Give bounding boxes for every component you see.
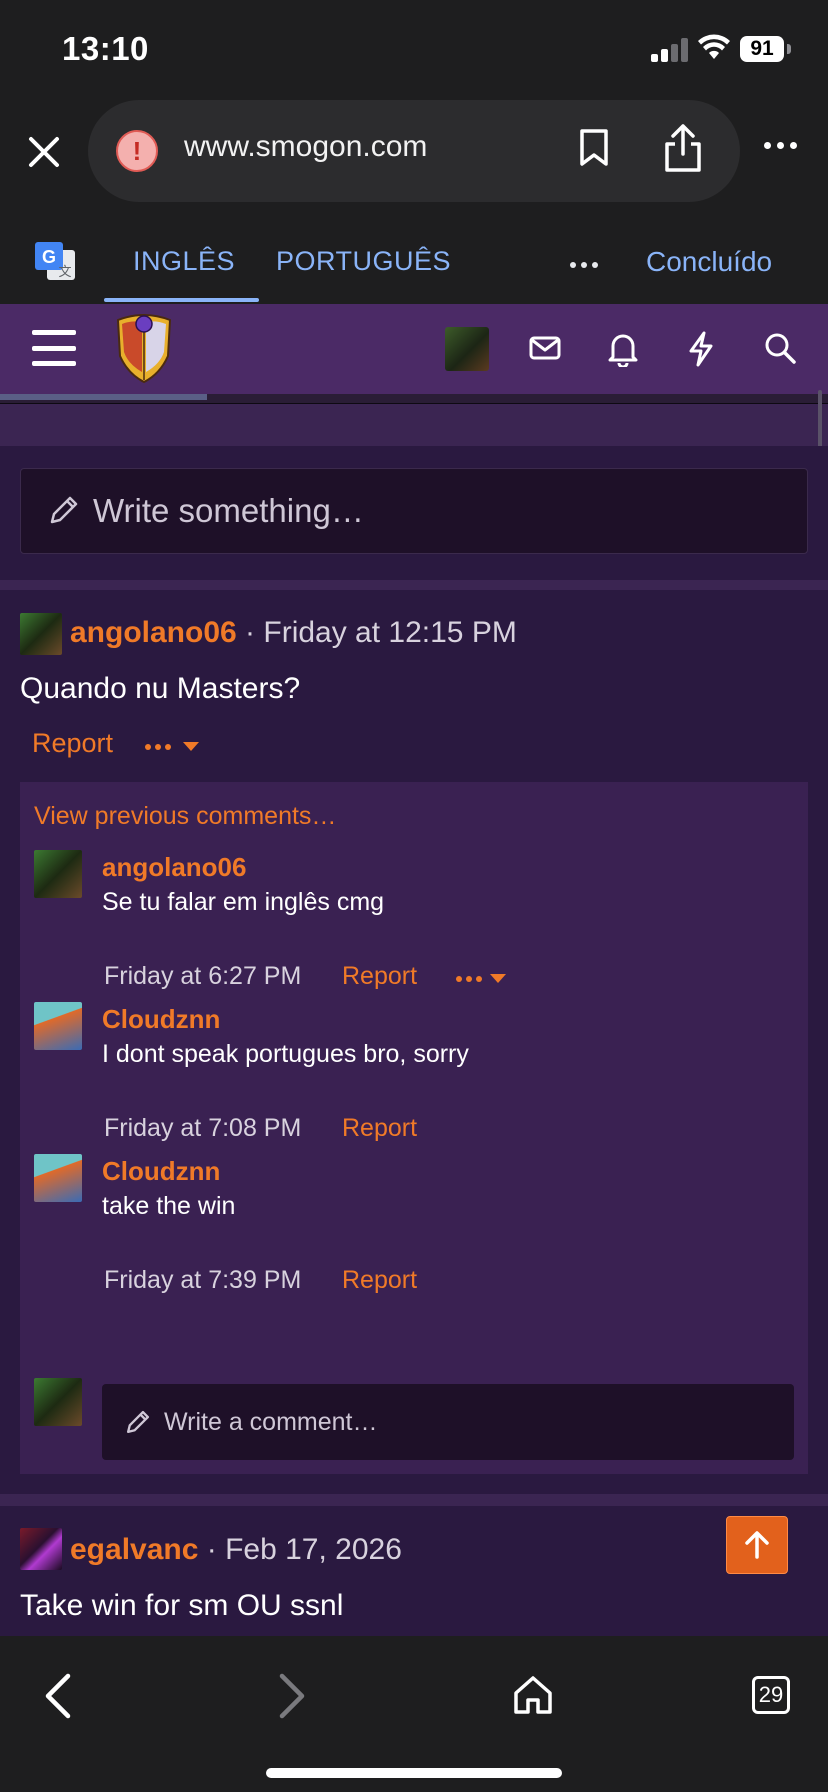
tab-target-language[interactable]: PORTUGUÊS xyxy=(276,246,451,277)
not-secure-warning-icon[interactable]: ! xyxy=(116,130,158,172)
chevron-right-icon xyxy=(279,1673,305,1719)
avatar[interactable] xyxy=(20,1528,62,1570)
write-something-input[interactable]: Write something… xyxy=(20,468,808,554)
avatar[interactable] xyxy=(34,1378,82,1426)
home-icon xyxy=(514,1676,552,1714)
url-text[interactable]: www.smogon.com xyxy=(184,130,427,164)
more-options-icon[interactable] xyxy=(764,142,797,149)
post-body: Take win for sm OU ssnl xyxy=(20,1589,344,1622)
close-tab-button[interactable] xyxy=(24,132,64,172)
divider xyxy=(0,1494,828,1506)
avatar[interactable] xyxy=(20,613,62,655)
avatar[interactable] xyxy=(34,1154,82,1202)
battery-cap xyxy=(787,44,791,54)
caret-down-icon xyxy=(183,742,199,751)
comment-author[interactable]: angolano06 xyxy=(102,852,246,883)
report-link[interactable]: Report xyxy=(342,1114,417,1143)
home-indicator[interactable] xyxy=(266,1768,562,1778)
pencil-icon xyxy=(47,493,81,532)
wifi-icon xyxy=(697,34,731,65)
profile-posts-feed: Write something… angolano06 · Friday at … xyxy=(0,446,828,1636)
comment-text: take the win xyxy=(102,1192,236,1220)
browser-bottom-toolbar: 29 xyxy=(0,1636,828,1792)
home-button[interactable] xyxy=(512,1674,554,1721)
post-body: Quando nu Masters? xyxy=(20,672,301,705)
report-link[interactable]: Report xyxy=(342,962,417,991)
write-comment-placeholder: Write a comment… xyxy=(164,1408,378,1436)
translate-done-button[interactable]: Concluído xyxy=(646,246,772,278)
caret-down-icon xyxy=(490,974,506,983)
browser-toolbar: ! www.smogon.com xyxy=(0,98,828,210)
status-time: 13:10 xyxy=(62,30,149,67)
battery-icon: 91 xyxy=(740,36,784,62)
post-meta: egalvanc · Feb 17, 2026 xyxy=(70,1533,402,1567)
tab-source-language[interactable]: INGLÊS xyxy=(133,246,235,277)
bell-icon[interactable] xyxy=(606,331,640,372)
pencil-icon xyxy=(124,1408,152,1441)
avatar[interactable] xyxy=(34,1002,82,1050)
address-bar[interactable]: ! www.smogon.com xyxy=(88,100,740,202)
close-icon xyxy=(29,137,59,167)
svg-text:文: 文 xyxy=(58,265,71,280)
comment-text: I dont speak portugues bro, sorry xyxy=(102,1040,469,1068)
comment-time[interactable]: Friday at 7:39 PM xyxy=(104,1266,301,1295)
comment-text: Se tu falar em inglês cmg xyxy=(102,888,385,916)
user-avatar[interactable] xyxy=(445,327,489,371)
report-link[interactable]: Report xyxy=(342,1266,417,1295)
post-author[interactable]: egalvanc xyxy=(70,1533,198,1566)
section-strip xyxy=(0,404,828,446)
comment-author[interactable]: Cloudznn xyxy=(102,1004,220,1035)
lightning-icon[interactable] xyxy=(686,331,716,372)
site-logo[interactable] xyxy=(112,312,176,389)
report-link[interactable]: Report xyxy=(32,728,113,758)
site-header xyxy=(0,304,828,394)
status-bar: 13:10 91 xyxy=(0,0,828,98)
post-meta: angolano06 · Friday at 12:15 PM xyxy=(70,616,517,650)
arrow-up-icon xyxy=(745,1531,769,1559)
post-actions: Report xyxy=(32,728,199,759)
share-icon[interactable] xyxy=(662,122,704,179)
more-actions-menu[interactable] xyxy=(145,742,199,751)
post-author[interactable]: angolano06 xyxy=(70,616,237,649)
active-tab-indicator xyxy=(104,298,259,302)
cellular-signal-icon xyxy=(651,38,689,62)
forward-button[interactable] xyxy=(276,1672,310,1725)
comment-author[interactable]: Cloudznn xyxy=(102,1156,220,1187)
chevron-left-icon xyxy=(45,1673,71,1719)
menu-icon[interactable] xyxy=(32,330,76,366)
avatar[interactable] xyxy=(34,850,82,898)
write-comment-input[interactable]: Write a comment… xyxy=(102,1384,794,1460)
page-load-progress xyxy=(0,394,828,404)
comment-time[interactable]: Friday at 6:27 PM xyxy=(104,962,301,991)
view-previous-comments-link[interactable]: View previous comments… xyxy=(34,802,336,831)
back-button[interactable] xyxy=(40,1672,74,1725)
post-time[interactable]: · Feb 17, 2026 xyxy=(207,1533,402,1566)
bookmark-icon[interactable] xyxy=(578,128,610,173)
svg-text:G: G xyxy=(42,247,56,267)
more-actions-menu[interactable] xyxy=(456,974,506,983)
search-icon[interactable] xyxy=(763,331,797,370)
post-time[interactable]: · Friday at 12:15 PM xyxy=(245,616,517,649)
write-something-placeholder: Write something… xyxy=(93,492,364,529)
inbox-icon[interactable] xyxy=(528,331,562,370)
translate-bar: G 文 INGLÊS PORTUGUÊS Concluído xyxy=(0,210,828,304)
comments-block: View previous comments… angolano06 Se tu… xyxy=(20,782,808,1474)
google-translate-icon[interactable]: G 文 xyxy=(33,240,77,284)
divider xyxy=(0,580,828,590)
translate-options-icon[interactable] xyxy=(570,262,598,268)
tabs-button[interactable]: 29 xyxy=(752,1676,790,1714)
comment-time[interactable]: Friday at 7:08 PM xyxy=(104,1114,301,1143)
scroll-to-top-button[interactable] xyxy=(726,1516,788,1574)
